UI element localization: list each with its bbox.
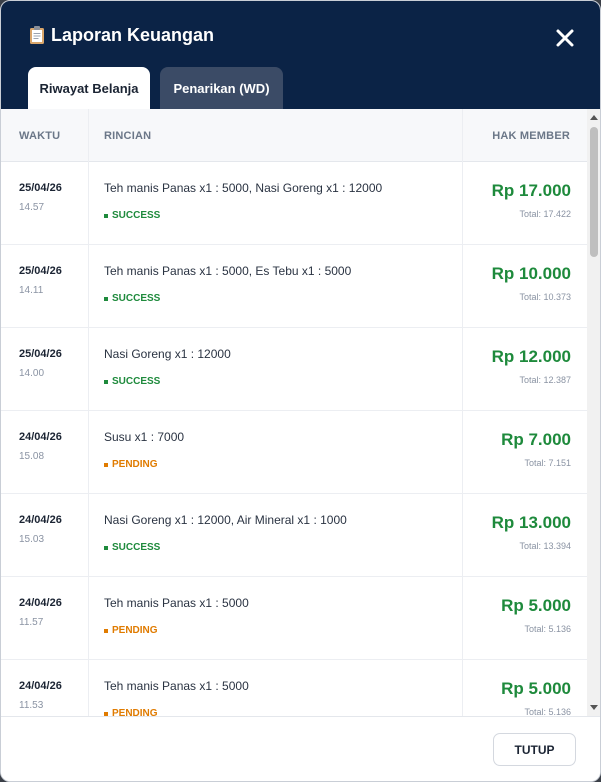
- table-row: 25/04/26 14.11 Teh manis Panas x1 : 5000, …: [1, 245, 587, 328]
- status-dot-icon: [104, 296, 108, 301]
- status-badge: SUCCESS: [104, 293, 160, 304]
- status-badge: PENDING: [104, 625, 158, 636]
- row-total: Total: 5.136: [524, 624, 571, 634]
- tutup-button[interactable]: TUTUP: [493, 733, 576, 766]
- row-amount: Rp 12.000: [491, 347, 571, 366]
- modal-title: Laporan Keuangan: [29, 23, 214, 47]
- scrollbar-thumb[interactable]: [590, 127, 598, 257]
- row-description: Teh manis Panas x1 : 5000: [104, 596, 249, 610]
- row-date: 24/04/26: [19, 431, 62, 443]
- row-time: 14.11: [19, 285, 44, 296]
- row-amount: Rp 17.000: [491, 181, 571, 200]
- table-body: 25/04/26 14.57 Teh manis Panas x1 : 5000, …: [1, 162, 587, 716]
- table-row: 24/04/26 15.03 Nasi Goreng x1 : 12000, Air…: [1, 494, 587, 577]
- status-text: SUCCESS: [112, 542, 161, 553]
- row-total: Total: 12.387: [519, 375, 571, 385]
- status-badge: PENDING: [104, 708, 158, 716]
- status-dot-icon: [104, 711, 108, 716]
- status-badge: PENDING: [104, 459, 158, 470]
- status-badge: SUCCESS: [104, 210, 160, 221]
- row-amount: Rp 5.000: [501, 596, 571, 615]
- status-text: PENDING: [112, 625, 158, 636]
- transaction-table: WAKTU RINCIAN HAK MEMBER 25/04/26 14.57 Te…: [1, 109, 600, 716]
- table-scrollbar[interactable]: [587, 109, 600, 716]
- row-time: 11.53: [19, 700, 44, 711]
- modal-title-text: Laporan Keuangan: [51, 24, 215, 45]
- row-date: 25/04/26: [19, 265, 62, 277]
- column-header-waktu: WAKTU: [19, 130, 61, 142]
- row-amount: Rp 5.000: [501, 679, 571, 698]
- modal-footer: TUTUP: [1, 716, 600, 781]
- table-row: 24/04/26 11.57 Teh manis Panas x1 : 5000 PE…: [1, 577, 587, 660]
- row-time: 15.08: [19, 451, 45, 462]
- row-date: 24/04/26: [19, 514, 62, 526]
- row-description: Teh manis Panas x1 : 5000: [104, 679, 249, 693]
- row-time: 14.57: [19, 202, 45, 213]
- status-text: PENDING: [112, 459, 158, 470]
- row-total: Total: 10.373: [519, 292, 571, 302]
- row-date: 25/04/26: [19, 182, 62, 194]
- modal-header: Laporan Keuangan Riwayat Belanja Penarik…: [1, 1, 600, 109]
- status-badge: SUCCESS: [104, 542, 160, 553]
- close-button[interactable]: [553, 26, 577, 50]
- table-row: 25/04/26 14.00 Nasi Goreng x1 : 12000 SUCCE…: [1, 328, 587, 411]
- scroll-up-arrow-icon[interactable]: [590, 115, 598, 120]
- row-amount: Rp 10.000: [491, 264, 571, 283]
- status-dot-icon: [104, 545, 108, 550]
- clipboard-icon: [29, 25, 45, 45]
- row-total: Total: 13.394: [519, 541, 571, 551]
- row-total: Total: 7.151: [524, 458, 571, 468]
- status-dot-icon: [104, 379, 108, 384]
- row-description: Susu x1 : 7000: [104, 430, 185, 444]
- status-dot-icon: [104, 628, 108, 633]
- row-time: 14.00: [19, 368, 45, 379]
- tab-riwayat-belanja[interactable]: Riwayat Belanja: [28, 67, 150, 109]
- row-date: 25/04/26: [19, 348, 62, 360]
- table-row: 24/04/26 11.53 Teh manis Panas x1 : 5000 PE…: [1, 660, 587, 716]
- row-amount: Rp 13.000: [491, 513, 571, 532]
- status-dot-icon: [104, 213, 108, 218]
- table-row: 24/04/26 15.08 Susu x1 : 7000 PENDING Rp 7.0…: [1, 411, 587, 494]
- scroll-down-arrow-icon[interactable]: [590, 705, 598, 710]
- row-time: 11.57: [19, 617, 44, 628]
- status-dot-icon: [104, 462, 108, 467]
- row-description: Nasi Goreng x1 : 12000: [104, 347, 231, 361]
- column-header-hak-member: HAK MEMBER: [492, 130, 570, 142]
- row-description: Nasi Goreng x1 : 12000, Air Mineral x1 :…: [104, 513, 347, 527]
- close-icon: [556, 29, 574, 47]
- row-description: Teh manis Panas x1 : 5000, Es Tebu x1 : …: [104, 264, 352, 278]
- row-date: 24/04/26: [19, 680, 62, 692]
- row-time: 15.03: [19, 534, 45, 545]
- status-text: SUCCESS: [112, 376, 161, 387]
- row-amount: Rp 7.000: [501, 430, 571, 449]
- financial-report-modal: Laporan Keuangan Riwayat Belanja Penarik…: [0, 0, 601, 782]
- status-text: SUCCESS: [112, 210, 161, 221]
- status-text: PENDING: [112, 708, 158, 716]
- row-description: Teh manis Panas x1 : 5000, Nasi Goreng x…: [104, 181, 383, 195]
- table-row: 25/04/26 14.57 Teh manis Panas x1 : 5000, …: [1, 162, 587, 245]
- row-total: Total: 17.422: [519, 209, 571, 219]
- status-text: SUCCESS: [112, 293, 161, 304]
- column-header-rincian: RINCIAN: [104, 130, 152, 142]
- row-date: 24/04/26: [19, 597, 62, 609]
- status-badge: SUCCESS: [104, 376, 160, 387]
- tab-penarikan-wd[interactable]: Penarikan (WD): [160, 67, 283, 109]
- row-total: Total: 5.136: [524, 707, 571, 716]
